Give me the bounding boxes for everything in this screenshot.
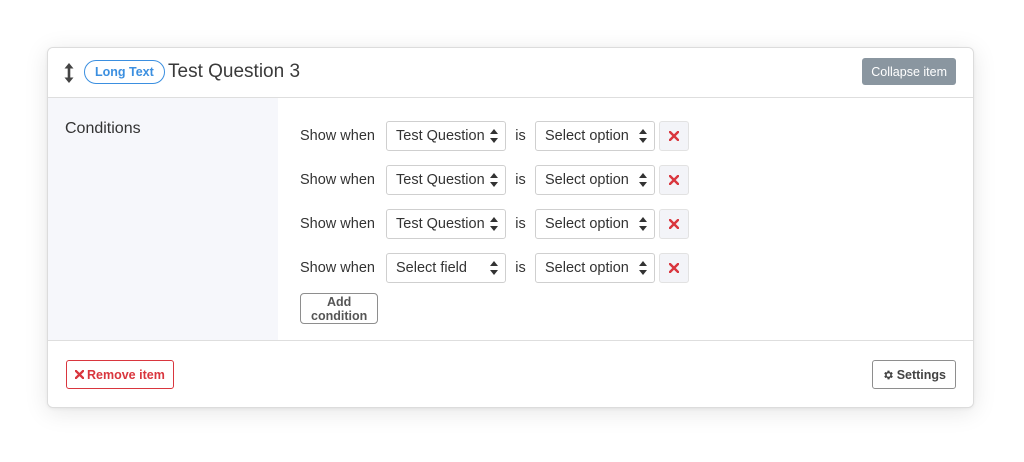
field-select-value: Test Question [396,172,485,188]
field-select[interactable]: Test Question [386,209,506,239]
item-header: Long Text Test Question 3 Collapse item [48,48,973,98]
close-icon [75,370,84,379]
option-select-value: Select option [545,172,629,188]
question-item-card: Long Text Test Question 3 Collapse item … [47,47,974,408]
select-arrows-icon [490,129,498,143]
field-select-value: Test Question [396,216,485,232]
collapse-item-button[interactable]: Collapse item [862,58,956,85]
close-icon [669,131,679,141]
remove-item-button[interactable]: Remove item [66,360,174,389]
show-when-label: Show when [300,216,375,232]
show-when-label: Show when [300,172,375,188]
field-select-value: Test Question [396,128,485,144]
close-icon [669,175,679,185]
remove-condition-button[interactable] [659,253,689,283]
type-badge: Long Text [84,60,165,84]
select-arrows-icon [490,217,498,231]
add-condition-button[interactable]: Add condition [300,293,379,324]
item-footer: Remove item Settings [48,340,973,407]
option-select-value: Select option [545,128,629,144]
conditions-heading: Conditions [65,120,141,137]
field-select[interactable]: Select field [386,253,506,283]
conditions-sidebar: Conditions [48,98,278,340]
remove-condition-button[interactable] [659,121,689,151]
show-when-label: Show when [300,128,375,144]
option-select[interactable]: Select option [535,209,655,239]
select-arrows-icon [639,173,647,187]
option-select[interactable]: Select option [535,253,655,283]
show-when-label: Show when [300,260,375,276]
settings-label: Settings [896,367,946,382]
remove-item-label: Remove item [87,367,165,382]
remove-condition-button[interactable] [659,165,689,195]
is-label: is [515,172,526,188]
close-icon [669,219,679,229]
option-select[interactable]: Select option [535,121,655,151]
select-arrows-icon [639,217,647,231]
select-arrows-icon [639,261,647,275]
resize-vertical-icon[interactable] [63,62,75,84]
condition-row: Show when Test Question is Select option [300,209,689,239]
field-select[interactable]: Test Question [386,121,506,151]
select-arrows-icon [639,129,647,143]
settings-button[interactable]: Settings [871,360,956,389]
is-label: is [515,128,526,144]
option-select-value: Select option [545,216,629,232]
condition-row: Show when Select field is Select option [300,253,689,283]
condition-row: Show when Test Question is Select option [300,165,689,195]
select-arrows-icon [490,173,498,187]
is-label: is [515,216,526,232]
field-select-value: Select field [396,260,467,276]
select-arrows-icon [490,261,498,275]
remove-condition-button[interactable] [659,209,689,239]
field-select[interactable]: Test Question [386,165,506,195]
is-label: is [515,260,526,276]
condition-row: Show when Test Question is Select option [300,121,689,151]
option-select[interactable]: Select option [535,165,655,195]
gear-icon [883,370,893,379]
item-title: Test Question 3 [168,61,301,82]
close-icon [669,263,679,273]
option-select-value: Select option [545,260,629,276]
